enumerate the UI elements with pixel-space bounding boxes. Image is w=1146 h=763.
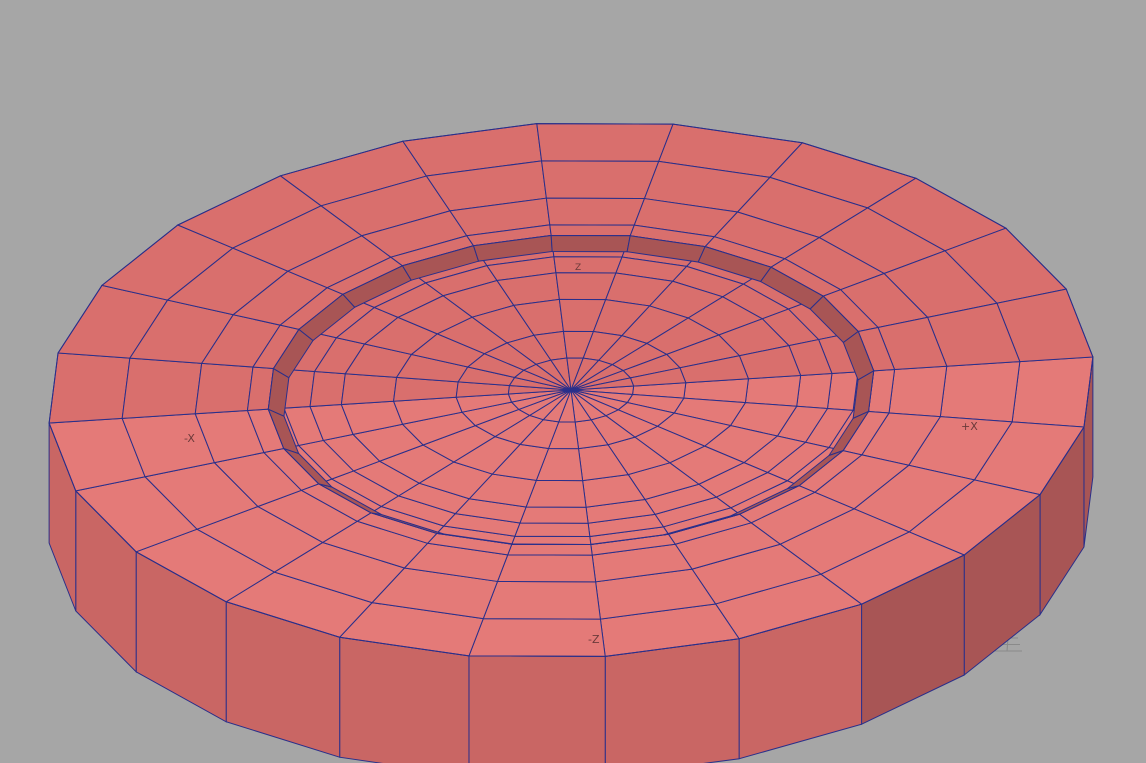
top-face (536, 123, 674, 162)
axis-label-center-z: Z (575, 263, 581, 273)
top-face (826, 371, 859, 411)
top-face (888, 365, 948, 418)
top-face (744, 374, 802, 407)
top-face (121, 357, 203, 419)
side-face (468, 655, 606, 763)
top-face (468, 618, 606, 657)
top-face (48, 352, 131, 424)
top-face (507, 543, 593, 556)
top-face (496, 554, 597, 583)
top-face (309, 370, 346, 408)
top-face (541, 160, 660, 200)
axis-label-minus-z: -Z (588, 633, 600, 646)
top-face (519, 506, 589, 524)
top-face (511, 535, 592, 546)
groove-face (550, 234, 631, 253)
top-face (514, 522, 591, 538)
top-face (194, 362, 254, 415)
top-face (482, 580, 601, 620)
top-face (796, 372, 833, 410)
top-face (545, 197, 646, 226)
side-face (339, 636, 470, 763)
top-face (553, 256, 623, 274)
top-face (1011, 356, 1094, 428)
top-face (939, 361, 1021, 423)
top-face (340, 373, 398, 406)
axis-label-minus-x: -X (184, 432, 195, 445)
3d-viewport[interactable]: -X +X -Z Z (0, 0, 1146, 763)
viewport-canvas[interactable]: -X +X -Z Z (0, 0, 1146, 763)
top-face (549, 224, 635, 237)
axis-label-plus-x: +X (961, 420, 978, 433)
side-face (604, 638, 740, 763)
